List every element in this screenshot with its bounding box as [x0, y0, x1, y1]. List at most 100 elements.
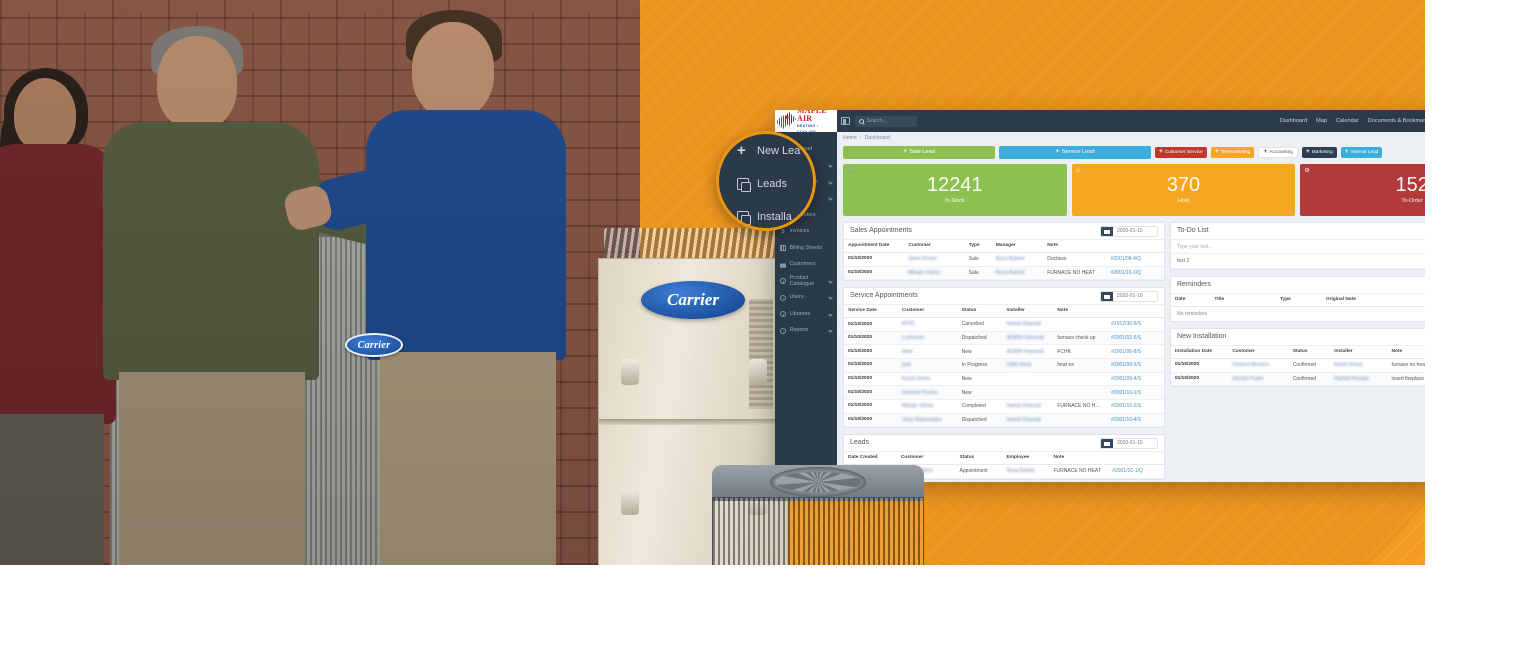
customer-service-button[interactable]: + Customer Service	[1155, 147, 1207, 158]
sidebar-item-label: Reports	[789, 327, 809, 334]
sidebar-item-libraries[interactable]: Libraries	[775, 306, 837, 323]
hero-photo: Carrier	[0, 0, 640, 565]
panel-header: Sales Appointments 2020-01-10	[844, 223, 1164, 240]
cell-status: Dispatched	[957, 331, 1003, 346]
column-header: Title	[1210, 293, 1276, 307]
plus-icon: +	[1263, 148, 1268, 156]
sidebar-item-users[interactable]: Users	[775, 290, 837, 307]
furnace-vent	[749, 299, 773, 409]
cell-customer[interactable]: Deborah Poulos	[897, 385, 958, 400]
cell-reference[interactable]: #2001/10-1/S	[1107, 385, 1164, 400]
cell-customer[interactable]: Dennis Power	[1228, 372, 1289, 387]
cell-reference[interactable]: #2001/06-8/S	[1107, 344, 1164, 360]
date-picker[interactable]: 2020-01-10	[1100, 225, 1158, 237]
cell-customer[interactable]: Kourtt Green	[897, 372, 958, 387]
stat-card-hold[interactable]: ⚠ 370 Hold	[1071, 164, 1296, 216]
date-picker[interactable]: 2020-01-10	[1100, 290, 1158, 302]
column-header	[1106, 240, 1164, 254]
cell-customer[interactable]: Mihajlo Vidmic	[904, 266, 965, 281]
sidebar-toggle-icon[interactable]	[841, 117, 850, 125]
table-row[interactable]: 01/10/2020 Steve Rosen Sale Reza Rahimi …	[844, 252, 1164, 267]
button-label: Service Lead	[1061, 149, 1095, 155]
column-header: Service Date	[844, 305, 898, 319]
column-header: Status	[1288, 346, 1331, 360]
search-icon	[859, 118, 864, 124]
date-value: 2020-01-10	[1117, 293, 1143, 300]
cell-reference[interactable]: #2001/10-1/Q	[1106, 266, 1164, 281]
gear-icon	[780, 327, 786, 334]
sidebar-item-label: Invoices	[789, 228, 810, 235]
column-header: Appointment Date	[844, 240, 905, 254]
column-header: Type	[1275, 293, 1322, 307]
telemarketing-button[interactable]: + Telemarketing	[1210, 147, 1255, 158]
cell-customer[interactable]: Charles Western	[1228, 358, 1289, 373]
cell-customer[interactable]: Steve Rosen	[904, 252, 965, 267]
cell-customer[interactable]: Mihajlo Vidmic	[897, 399, 958, 414]
cell-note	[1053, 317, 1108, 332]
table-row[interactable]: 01/10/2020 Kourtt Green New #2001/09-4/S	[844, 372, 1164, 387]
cell-customer[interactable]: jack	[897, 358, 958, 373]
table-row[interactable]: 01/10/2020 Rebi New ADMIN Hamzadi FCHK #2001/…	[844, 344, 1164, 360]
cell-reference[interactable]: #2001/10-2/S	[1107, 399, 1164, 414]
accounting-button[interactable]: + Accounting	[1258, 147, 1298, 158]
service-lead-button[interactable]: + Service Lead	[999, 146, 1151, 159]
cell-status: New	[957, 344, 1003, 360]
service-appointments-panel: Service Appointments 2020-01-10 Service …	[843, 287, 1165, 429]
table-row[interactable]: 01/10/2020 Vicky Markoutakis Dispatched Ham…	[844, 413, 1164, 428]
cell-date: 01/10/2020	[1171, 358, 1229, 373]
sidebar-item-reports[interactable]: Reports	[775, 323, 837, 340]
lens-item-label: Installa	[757, 210, 792, 223]
table-row[interactable]: 01/10/2020 ATFD Cancelled Hamid Gharvali #19…	[844, 317, 1164, 332]
cell-reference[interactable]: #2001/08-4/Q	[1106, 252, 1164, 267]
button-label: Sale Lead	[909, 149, 935, 155]
breadcrumb-home[interactable]: Home	[843, 135, 857, 142]
right-margin	[1425, 0, 1530, 670]
sidebar-item-billing-sheets[interactable]: Billing Sheets	[775, 240, 837, 257]
table-row[interactable]: 01/10/2020 Deborah Poulos New #2001/10-1/S	[844, 385, 1164, 400]
table-row[interactable]: 01/10/2020 Mihajlo Vidmic Completed Hamid G…	[844, 399, 1164, 414]
cell-reference[interactable]: #2001/10-1/Q	[1108, 464, 1164, 479]
cell-customer[interactable]: Vicky Markoutakis	[897, 413, 958, 428]
cell-date: 01/10/2020	[1171, 372, 1229, 387]
cell-reference[interactable]: #2001/02-5/S	[1107, 331, 1164, 346]
cell-customer[interactable]: ATFD	[897, 317, 958, 332]
cell-installer: Navid Shiraz	[1330, 358, 1388, 373]
cell-reference[interactable]: #2001/10-4/S	[1107, 413, 1164, 428]
plus-icon: +	[737, 141, 746, 159]
date-picker[interactable]: 2020-01-10	[1100, 437, 1158, 449]
cell-date: 01/10/2020	[844, 317, 898, 332]
stat-card-in-stock[interactable]: 🛒 12241 In-Stock	[843, 164, 1067, 216]
plus-icon: +	[1214, 148, 1219, 156]
sidebar-item-customers[interactable]: Customers	[775, 257, 837, 274]
nav-map[interactable]: Map	[1316, 118, 1327, 125]
button-label: Internal Lead	[1350, 149, 1379, 155]
column-header	[1107, 305, 1164, 319]
sale-lead-button[interactable]: + Sale Lead	[843, 146, 995, 159]
marketing-button[interactable]: + Marketing	[1301, 147, 1337, 158]
sidebar-item-product-catalogue[interactable]: Product Catalogue	[775, 273, 837, 290]
chevron-down-icon	[828, 295, 833, 300]
table-row[interactable]: 01/10/2020 e-johnson Dispatched ADMIN Hamza…	[844, 331, 1164, 346]
nav-dashboard[interactable]: Dashboard	[1280, 118, 1307, 125]
cell-reference[interactable]: #2001/09-4/S	[1107, 372, 1164, 387]
cell-customer[interactable]: Rebi	[897, 344, 958, 360]
sidebar-item-label: Libraries	[789, 310, 811, 317]
stat-value: 152	[1395, 173, 1429, 196]
column-header: Date	[1171, 293, 1211, 307]
cell-customer[interactable]: e-johnson	[897, 331, 958, 346]
button-label: Accounting	[1269, 149, 1293, 155]
column-header: Installation Date	[1171, 346, 1229, 360]
column-header: Note	[1043, 240, 1107, 254]
table-header-row: Service Date Customer Status Installer N…	[844, 305, 1164, 319]
cell-reference[interactable]: #2001/08-3/S	[1107, 358, 1164, 373]
breadcrumb-separator: ›	[859, 135, 862, 142]
table-row[interactable]: 01/10/2020 Mihajlo Vidmic Sale Reza Rahi…	[844, 266, 1164, 281]
search-input[interactable]: Search...	[855, 115, 917, 127]
cell-reference[interactable]: #1912/30-5/S	[1107, 317, 1164, 332]
cell-installer	[1002, 385, 1054, 400]
internal-lead-button[interactable]: + Internal Lead	[1340, 147, 1383, 158]
table-row[interactable]: 01/10/2020 jack In Progress Udith Nova heat …	[844, 358, 1164, 373]
cell-status: Completed	[957, 399, 1003, 414]
nav-calendar[interactable]: Calendar	[1336, 118, 1359, 125]
chevron-down-icon	[828, 179, 833, 185]
